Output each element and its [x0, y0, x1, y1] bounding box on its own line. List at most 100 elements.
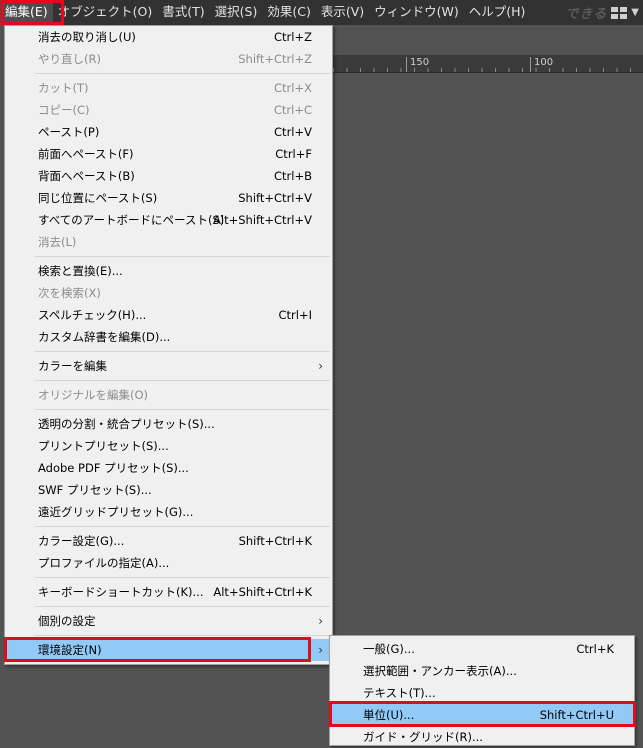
submenu-item-selection-anchor[interactable]: 選択範囲・アンカー表示(A)...	[330, 660, 634, 682]
menu-item-shortcut: Ctrl+X	[274, 81, 312, 95]
menu-item-print-presets[interactable]: プリントプリセット(S)...	[5, 435, 332, 457]
menu-item-pdf-presets[interactable]: Adobe PDF プリセット(S)...	[5, 457, 332, 479]
menu-item-label: コピー(C)	[38, 103, 90, 117]
menu-item-label: 透明の分割・統合プリセット(S)...	[38, 417, 215, 431]
menu-item-label: プリントプリセット(S)...	[38, 439, 169, 453]
menu-item-color-settings[interactable]: カラー設定(G)... Shift+Ctrl+K	[5, 530, 332, 552]
menu-item-shortcut: Ctrl+I	[278, 308, 313, 322]
menu-window[interactable]: ウィンドウ(W)	[369, 0, 464, 25]
menu-separator	[35, 526, 330, 527]
horizontal-ruler[interactable]: 150 100	[333, 55, 643, 73]
chevron-down-icon[interactable]: ▼	[631, 7, 639, 18]
menu-item-my-settings[interactable]: 個別の設定 ›	[5, 610, 332, 632]
menu-item-transparency-presets[interactable]: 透明の分割・統合プリセット(S)...	[5, 413, 332, 435]
menu-item-edit-original[interactable]: オリジナルを編集(O)	[5, 384, 332, 406]
menu-item-preferences[interactable]: 環境設定(N) ›	[5, 639, 332, 661]
menu-item-find-replace[interactable]: 検索と置換(E)...	[5, 260, 332, 282]
menu-item-custom-dictionary[interactable]: カスタム辞書を編集(D)...	[5, 326, 332, 348]
menu-item-label: カラー設定(G)...	[38, 534, 125, 548]
menu-item-label: スペルチェック(H)...	[38, 308, 147, 322]
menu-item-label: オリジナルを編集(O)	[38, 388, 149, 402]
menu-item-assign-profile[interactable]: プロファイルの指定(A)...	[5, 552, 332, 574]
menu-item-find-next[interactable]: 次を検索(X)	[5, 282, 332, 304]
preferences-submenu: 一般(G)... Ctrl+K 選択範囲・アンカー表示(A)... テキスト(T…	[329, 635, 635, 746]
document-tab-strip	[333, 25, 643, 55]
menu-item-label: 遠近グリッドプリセット(G)...	[38, 505, 194, 519]
menu-item-label: ペースト(P)	[38, 125, 100, 139]
menu-item-edit-colors[interactable]: カラーを編集 ›	[5, 355, 332, 377]
menu-separator	[35, 351, 330, 352]
menu-separator	[35, 73, 330, 74]
menu-item-label: キーボードショートカット(K)...	[38, 585, 204, 599]
menu-separator	[35, 635, 330, 636]
menu-item-label: 背面へペースト(B)	[38, 169, 135, 183]
menu-item-label: 一般(G)...	[363, 642, 415, 656]
menu-item-shortcut: Ctrl+K	[576, 642, 614, 656]
menu-item-label: やり直し(R)	[38, 52, 101, 66]
menu-item-label: SWF プリセット(S)...	[38, 483, 152, 497]
menu-item-paste-in-place[interactable]: 同じ位置にペースト(S) Shift+Ctrl+V	[5, 187, 332, 209]
watermark-logo: できる	[565, 7, 608, 22]
menu-item-label: 個別の設定	[38, 614, 96, 628]
menu-item-label: 次を検索(X)	[38, 286, 101, 300]
menu-item-copy[interactable]: コピー(C) Ctrl+C	[5, 99, 332, 121]
menu-item-label: 検索と置換(E)...	[38, 264, 123, 278]
menu-item-paste-in-back[interactable]: 背面へペースト(B) Ctrl+B	[5, 165, 332, 187]
menu-item-label: カラーを編集	[38, 359, 107, 373]
menu-item-label: 消去(L)	[38, 235, 77, 249]
menu-item-shortcut: Ctrl+B	[274, 169, 312, 183]
menu-item-shortcut: Ctrl+Z	[274, 30, 312, 44]
menu-effect[interactable]: 効果(C)	[262, 0, 315, 25]
menu-item-shortcut: Shift+Ctrl+U	[539, 708, 614, 722]
menu-separator	[35, 256, 330, 257]
menu-item-redo[interactable]: やり直し(R) Shift+Ctrl+Z	[5, 48, 332, 70]
menu-item-label: カット(T)	[38, 81, 89, 95]
menu-item-label: テキスト(T)...	[363, 686, 436, 700]
menu-item-paste-all-artboards[interactable]: すべてのアートボードにペースト(S) Alt+Shift+Ctrl+V	[5, 209, 332, 231]
menu-item-shortcut: Shift+Ctrl+K	[238, 534, 312, 548]
menu-item-swf-presets[interactable]: SWF プリセット(S)...	[5, 479, 332, 501]
menu-item-perspective-presets[interactable]: 遠近グリッドプリセット(G)...	[5, 501, 332, 523]
menu-item-paste-in-front[interactable]: 前面へペースト(F) Ctrl+F	[5, 143, 332, 165]
menu-view[interactable]: 表示(V)	[316, 0, 369, 25]
menu-separator	[35, 409, 330, 410]
menu-separator	[35, 577, 330, 578]
menu-object[interactable]: オブジェクト(O)	[53, 0, 158, 25]
edit-menu-dropdown: 消去の取り消し(U) Ctrl+Z やり直し(R) Shift+Ctrl+Z カ…	[4, 25, 333, 665]
menu-item-shortcut: Shift+Ctrl+V	[238, 191, 312, 205]
menu-item-label: 選択範囲・アンカー表示(A)...	[363, 664, 517, 678]
menu-item-shortcut: Alt+Shift+Ctrl+K	[213, 585, 312, 599]
menu-item-label: 環境設定(N)	[38, 643, 102, 657]
menu-item-label: 単位(U)...	[363, 708, 415, 722]
menu-item-label: 前面へペースト(F)	[38, 147, 134, 161]
menu-item-shortcut: Shift+Ctrl+Z	[238, 52, 312, 66]
menu-item-spell-check[interactable]: スペルチェック(H)... Ctrl+I	[5, 304, 332, 326]
menu-type[interactable]: 書式(T)	[157, 0, 209, 25]
menu-item-clear[interactable]: 消去(L)	[5, 231, 332, 253]
submenu-item-units[interactable]: 単位(U)... Shift+Ctrl+U	[330, 704, 634, 726]
submenu-item-guides-grid[interactable]: ガイド・グリッド(R)...	[330, 726, 634, 748]
ruler-tick-label: 100	[530, 57, 553, 72]
submenu-item-type[interactable]: テキスト(T)...	[330, 682, 634, 704]
menu-item-keyboard-shortcuts[interactable]: キーボードショートカット(K)... Alt+Shift+Ctrl+K	[5, 581, 332, 603]
menu-separator	[35, 380, 330, 381]
workspace-switcher-icon[interactable]	[611, 6, 628, 19]
menu-item-undo[interactable]: 消去の取り消し(U) Ctrl+Z	[5, 26, 332, 48]
menu-item-shortcut: Ctrl+F	[275, 147, 312, 161]
menu-item-label: 消去の取り消し(U)	[38, 30, 136, 44]
menu-item-label: すべてのアートボードにペースト(S)	[38, 213, 225, 227]
menu-item-shortcut: Alt+Shift+Ctrl+V	[213, 213, 312, 227]
menu-item-paste[interactable]: ペースト(P) Ctrl+V	[5, 121, 332, 143]
menu-select[interactable]: 選択(S)	[210, 0, 263, 25]
menu-item-shortcut: Ctrl+V	[274, 125, 312, 139]
menu-item-label: Adobe PDF プリセット(S)...	[38, 461, 189, 475]
menu-item-cut[interactable]: カット(T) Ctrl+X	[5, 77, 332, 99]
menubar-right: できる ▼	[566, 0, 639, 25]
chevron-right-icon: ›	[318, 359, 323, 373]
chevron-right-icon: ›	[318, 643, 323, 657]
menu-item-label: プロファイルの指定(A)...	[38, 556, 170, 570]
menu-help[interactable]: ヘルプ(H)	[464, 0, 531, 25]
submenu-item-general[interactable]: 一般(G)... Ctrl+K	[330, 638, 634, 660]
menu-item-shortcut: Ctrl+C	[273, 103, 312, 117]
menu-edit[interactable]: 編集(E)	[0, 0, 53, 25]
